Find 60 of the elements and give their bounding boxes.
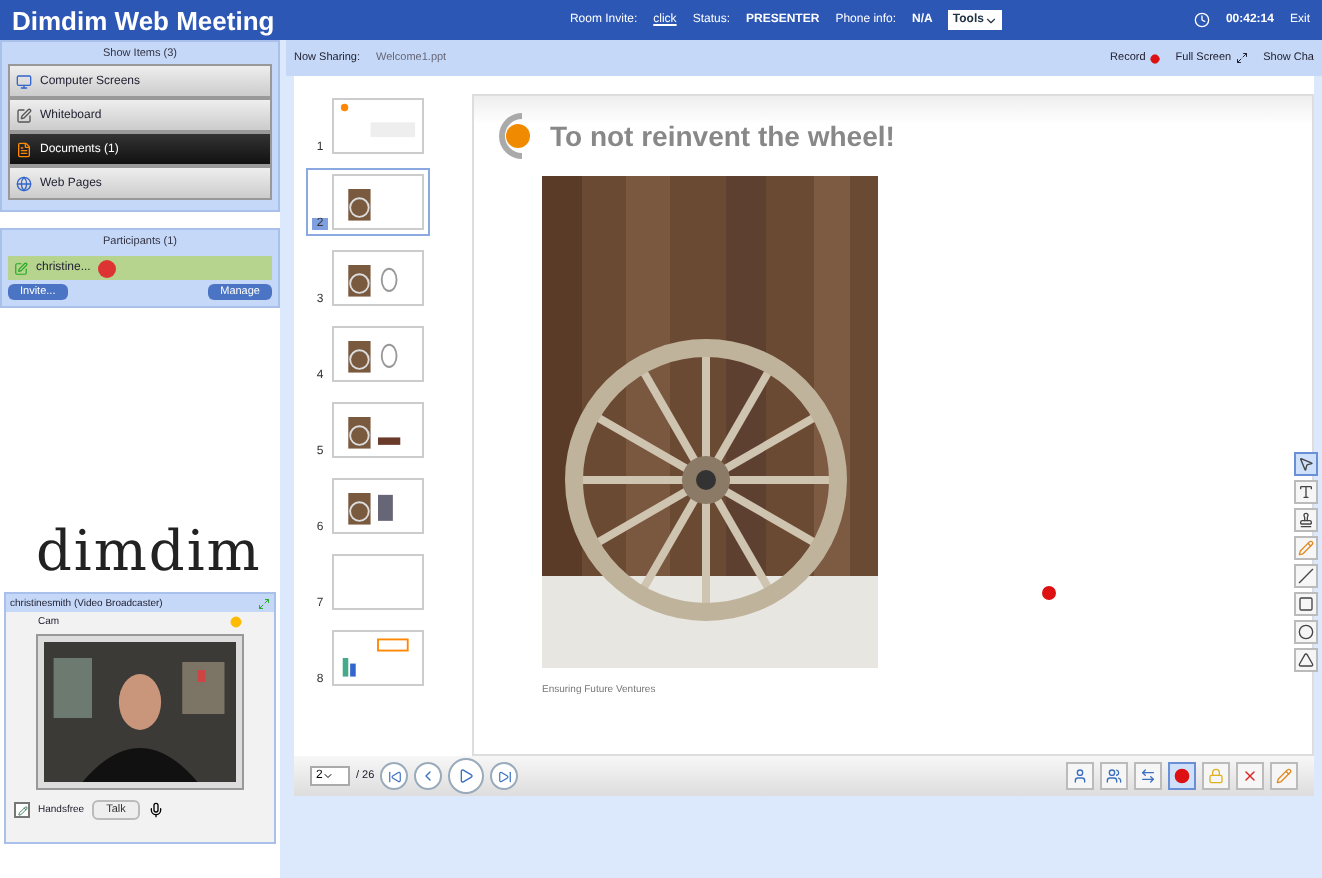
previous-slide-button[interactable]	[414, 762, 443, 790]
swap-icon	[1140, 768, 1156, 784]
drawing-tool[interactable]	[1294, 480, 1318, 504]
slide-preview	[332, 98, 424, 154]
drawing-tool[interactable]	[1294, 620, 1318, 644]
status-dot-icon	[230, 616, 242, 628]
presenter-icon	[14, 261, 28, 275]
monitor-icon	[16, 73, 32, 89]
drawing-tool[interactable]	[1294, 508, 1318, 532]
record-icon	[1149, 53, 1160, 63]
alert-icon	[98, 259, 117, 277]
users-icon	[1106, 768, 1122, 784]
close-icon	[1242, 768, 1258, 784]
pen-icon	[1276, 768, 1292, 784]
drawing-tool[interactable]	[1294, 592, 1318, 616]
document-icon	[16, 141, 32, 157]
circle-icon	[1298, 624, 1314, 640]
pen-icon	[1298, 540, 1314, 556]
toolbar-button[interactable]	[1168, 762, 1196, 790]
skip-forward-icon	[497, 769, 512, 783]
laser-pointer	[1042, 586, 1056, 600]
toolbar-button[interactable]	[1236, 762, 1264, 790]
first-slide-button[interactable]	[380, 762, 409, 790]
play-icon	[458, 768, 475, 784]
drawing-tool[interactable]	[1294, 564, 1318, 588]
drawing-tool[interactable]	[1294, 648, 1318, 672]
app-title: Dimdim Web Meeting	[12, 5, 277, 35]
clock-icon	[1193, 12, 1210, 28]
skip-back-icon	[387, 769, 402, 783]
play-button[interactable]	[448, 758, 485, 794]
globe-icon	[16, 175, 32, 191]
drawing-tool[interactable]	[1294, 452, 1318, 476]
text-icon	[1298, 484, 1314, 500]
slide-preview	[332, 402, 424, 458]
toolbar-button[interactable]	[1066, 762, 1094, 790]
record-icon	[1174, 768, 1190, 784]
toolbar-button[interactable]	[1270, 762, 1298, 790]
toolbar-button[interactable]	[1134, 762, 1162, 790]
triangle-icon	[1298, 652, 1314, 668]
slide-title: To not reinvent the wheel!	[550, 120, 895, 152]
stamp-icon	[1298, 512, 1314, 528]
toolbar-button[interactable]	[1100, 762, 1128, 790]
last-slide-button[interactable]	[490, 762, 519, 790]
logo: dimdim	[36, 518, 264, 584]
slide-preview	[332, 554, 424, 610]
caret-icon	[983, 13, 998, 27]
rectangle-icon	[1298, 596, 1314, 612]
whiteboard-icon	[16, 107, 32, 123]
slide-preview	[332, 326, 424, 382]
microphone-icon[interactable]	[147, 802, 164, 818]
slide-preview	[332, 174, 424, 230]
user-icon	[1072, 768, 1088, 784]
handsfree-checkbox[interactable]	[14, 802, 30, 818]
slide-preview	[332, 250, 424, 306]
slide-preview	[332, 478, 424, 534]
pointer-icon	[1298, 456, 1314, 472]
lock-icon	[1208, 768, 1224, 784]
slide-preview	[332, 630, 424, 686]
line-icon	[1298, 568, 1314, 584]
caret-icon	[322, 770, 335, 782]
